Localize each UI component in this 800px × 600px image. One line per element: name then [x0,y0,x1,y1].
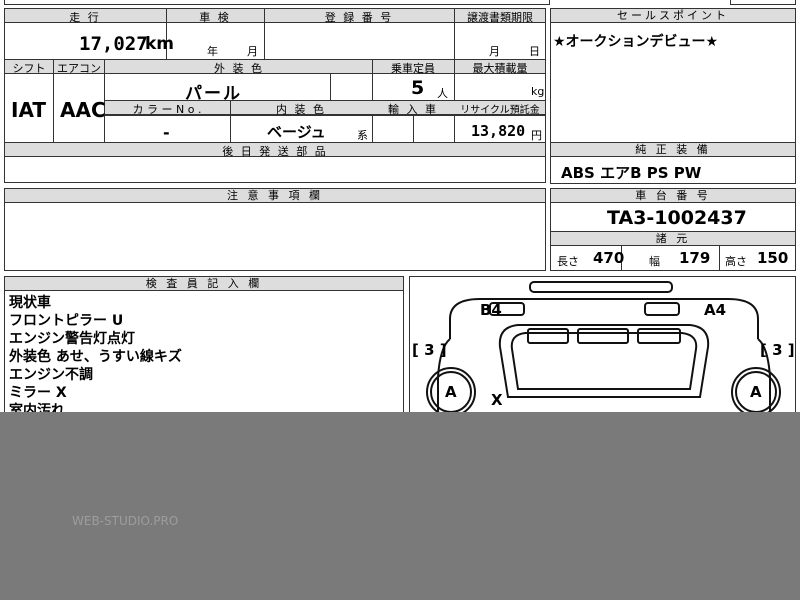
height-label: 高さ [725,255,747,268]
gray-overlay [0,412,800,600]
roof-panel [529,281,673,293]
notes-box: 注 意 事 項 欄 [4,188,546,271]
windshield-inner [510,332,698,390]
exterior-label: 外 装 色 [214,62,264,75]
note-line: 外装色 あせ、うすい線キズ [9,349,182,365]
equipment-box: 純 正 装 備 ABS エアB PS PW [550,142,796,184]
top-strip [4,0,550,5]
width-value: 179 [679,249,711,267]
capacity-unit: 人 [437,87,448,100]
max-load-label: 最大積載量 [472,62,528,75]
windshield-frame [498,324,710,398]
chassis-header: 車 台 番 号 [551,189,795,203]
inspector-header: 検 査 員 記 入 欄 [5,277,403,291]
interior-unit: 系 [357,129,368,142]
notes-header: 注 意 事 項 欄 [5,189,545,203]
sales-point-header: セールスポイント [551,9,795,23]
chassis-value: TA3-1002437 [607,207,747,229]
equipment-items: ABS エアB PS PW [561,164,702,182]
left-wheel-mark: A [445,383,457,401]
capacity-value: 5 [411,77,425,99]
chassis-box: 車 台 番 号 TA3-1002437 諸 元 長さ 470 幅 179 高さ … [550,188,796,271]
note-line: エンジン不調 [9,367,93,383]
mileage-value: 17,027 [79,33,148,55]
note-line: ミラー X [9,385,67,401]
left-panel-mark: [ 3 ] [412,341,447,359]
note-line: フロントピラー U [9,313,124,329]
recycle-value: 13,820 [471,122,526,140]
length-label: 長さ [557,255,579,268]
note-line: エンジン警告灯点灯 [9,331,135,347]
interior-value: ベージュ [267,123,326,141]
inspection-month-unit: 月 [247,45,258,58]
equipment-header: 純 正 装 備 [551,143,795,157]
transfer-label: 譲渡書類期限 [467,11,533,24]
b4-mark: B4 [480,301,502,319]
watermark-text: WEB-STUDIO.PRO [72,514,179,528]
color-no-value: - [163,123,170,142]
top-strip-right [730,0,796,5]
transfer-day-unit: 日 [529,45,540,58]
height-value: 150 [757,249,789,267]
width-label: 幅 [649,255,660,268]
sales-point-box: セールスポイント ★オークションデビュー★ [550,8,796,143]
dims-header: 諸 元 [551,232,795,246]
ac-value: AAC [60,98,106,122]
mileage-label: 走 行 [69,11,101,24]
spec-form: 走 行 車 検 登 録 番 号 譲渡書類期限 17,027 km 年 月 月 日… [4,8,546,183]
ac-label: エアコン [57,62,101,75]
sensor-left [527,328,569,344]
max-load-unit: kg [531,85,545,98]
inspection-label: 車 検 [199,11,231,24]
inspection-year-unit: 年 [207,45,218,58]
length-value: 470 [593,249,625,267]
inspector-notes: 現状車 フロントピラー U エンジン警告灯点灯 外装色 あせ、うすい線キズ エン… [9,294,182,420]
right-wheel-mark: A [750,383,762,401]
registration-label: 登 録 番 号 [324,11,394,24]
transfer-month-unit: 月 [489,45,500,58]
sensor-right [637,328,681,344]
right-panel-mark: [ 3 ] [760,341,795,359]
shift-value: IAT [11,98,47,122]
x-mark: X [491,391,503,409]
mirror-right [644,302,680,316]
recycle-unit: 円 [531,129,542,142]
recycle-label: リサイクル預託金 [460,105,540,116]
note-line: 現状車 [9,295,51,311]
mileage-unit: km [145,34,175,54]
sales-point-text: ★オークションデビュー★ [553,34,719,50]
shift-label: シフト [12,62,46,75]
capacity-label: 乗車定員 [391,62,435,75]
sensor-center [577,328,629,344]
a4-mark: A4 [704,301,727,319]
later-parts-label: 後 日 発 送 部 品 [222,145,328,158]
